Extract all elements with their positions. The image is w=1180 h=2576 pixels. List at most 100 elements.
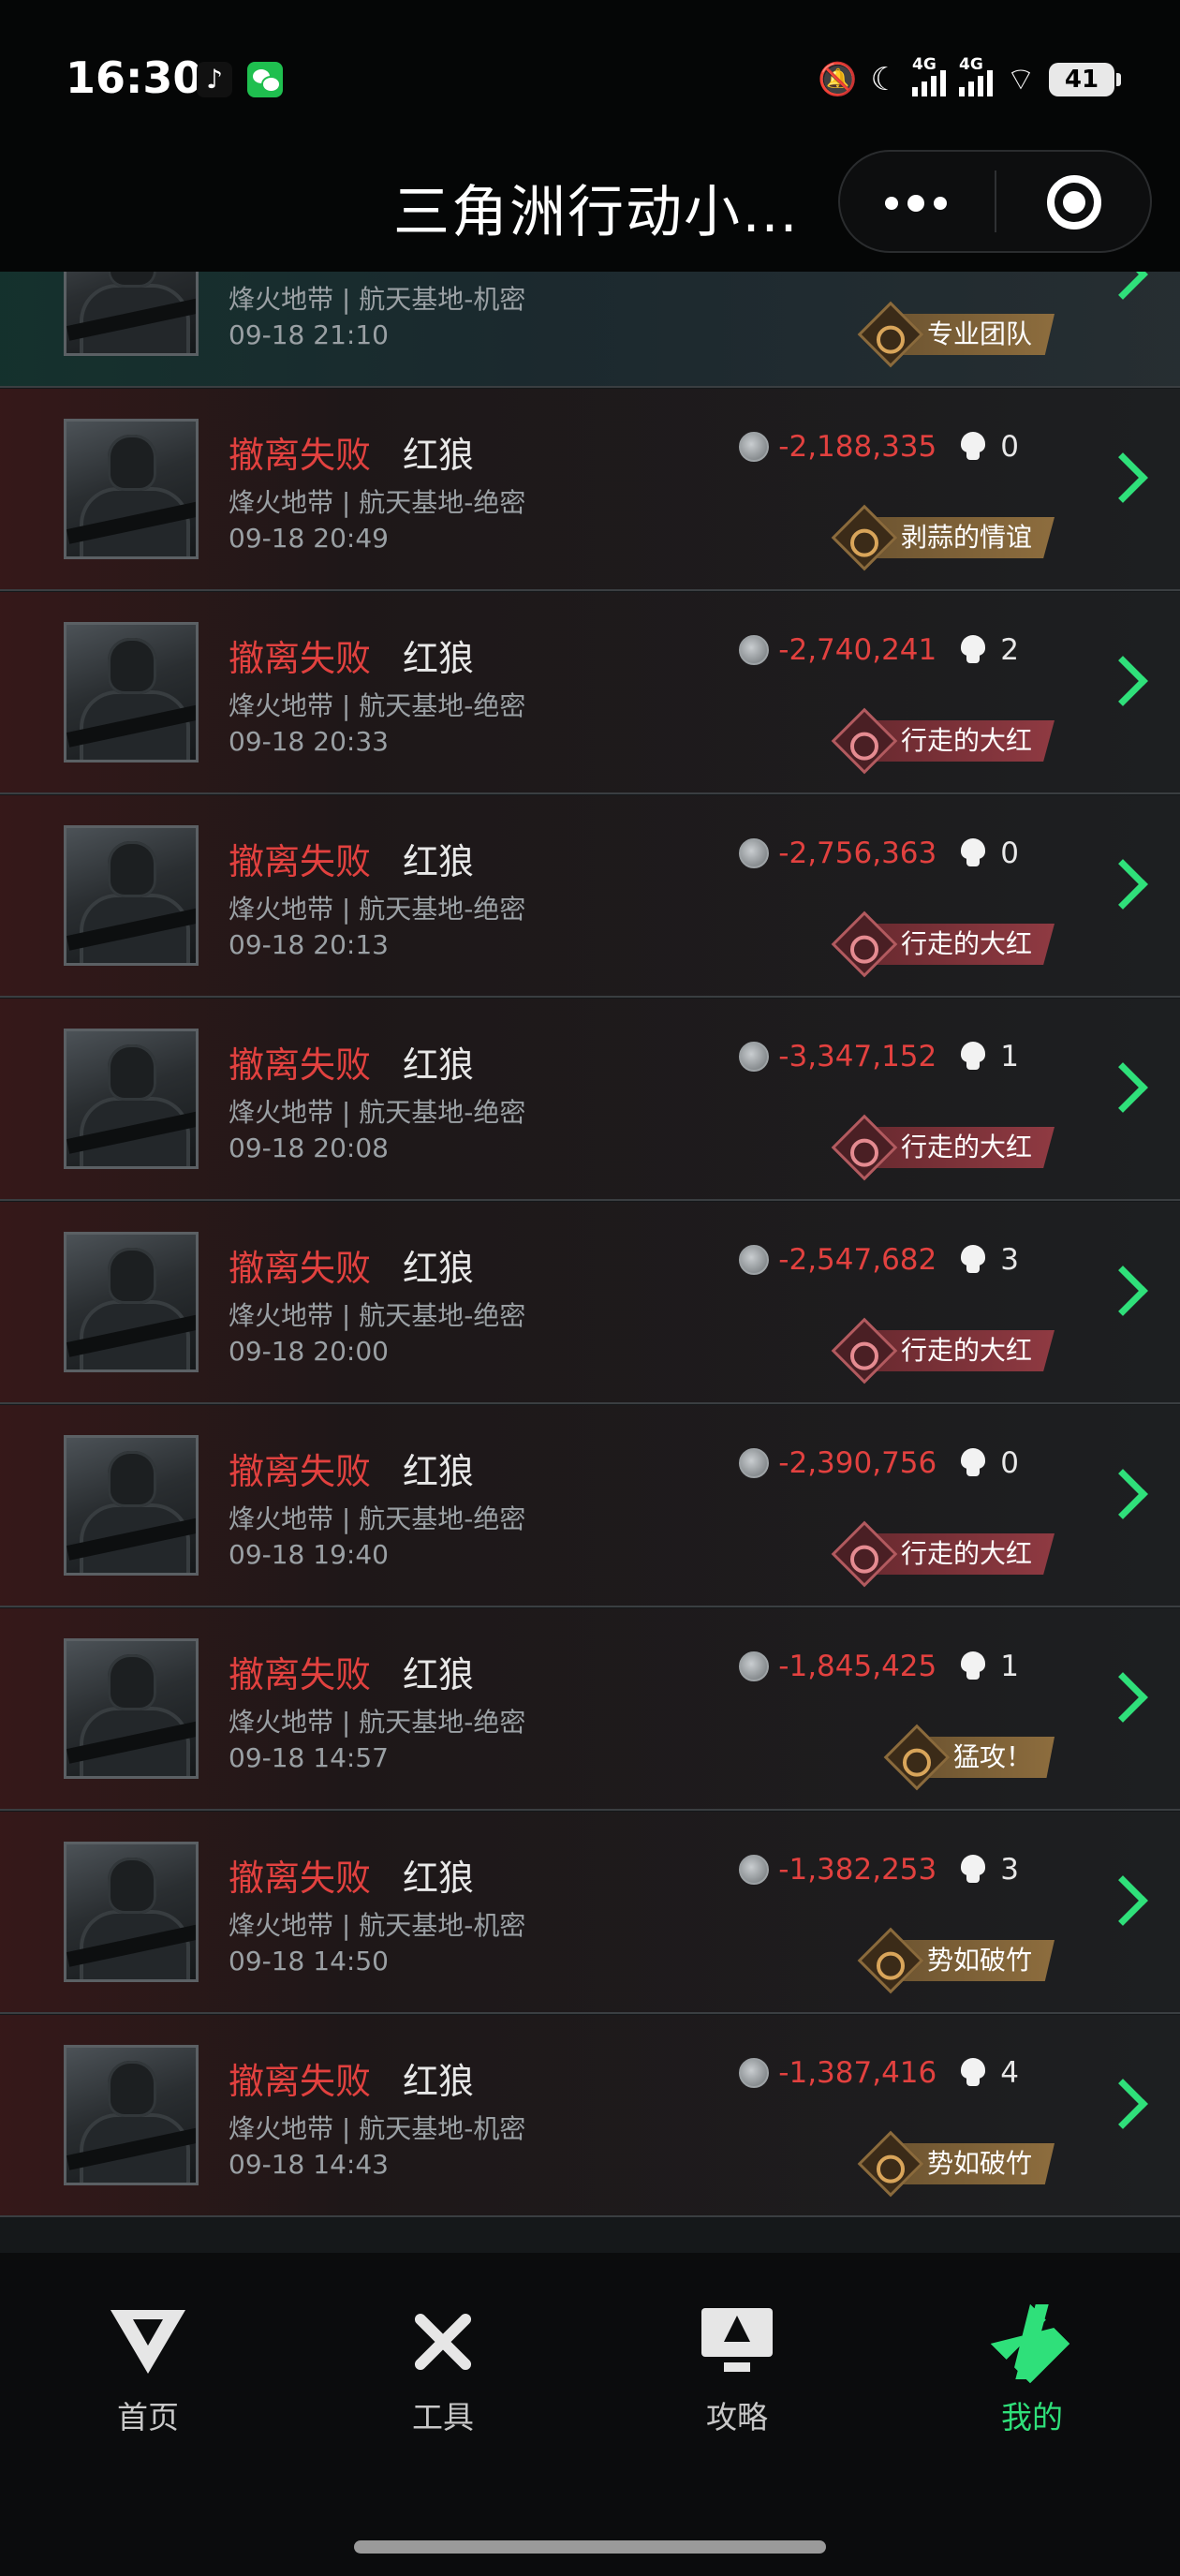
title-badge: 势如破竹	[857, 2130, 1055, 2198]
skull-icon	[959, 1245, 987, 1275]
wechat-icon	[247, 62, 283, 97]
extract-status: 撤离失败	[229, 841, 372, 882]
title-badge: 行走的大红	[831, 910, 1055, 978]
nav-mine[interactable]: 我的	[957, 2304, 1107, 2437]
record-list[interactable]: 撤离成功红狼烽火地带 | 航天基地-机密09-18 21:10-369,4222…	[0, 272, 1180, 2253]
chevron-right-icon[interactable]	[1098, 1875, 1148, 1926]
chevron-right-icon[interactable]	[1098, 859, 1148, 910]
home-logo-icon	[111, 2304, 185, 2379]
value-change: -1,387,416	[778, 2056, 937, 2090]
operator-avatar	[64, 2045, 199, 2185]
record-row[interactable]: 撤离失败 红狼 烽火地带 | 航天基地-绝密 09-18 19:40 -2,390,75…	[0, 1405, 1180, 1607]
record-row[interactable]: 撤离失败 红狼 烽火地带 | 航天基地-绝密 09-18 20:49 -2,188,33…	[0, 389, 1180, 591]
close-miniapp-button[interactable]	[1047, 175, 1101, 229]
match-time: 09-18 20:33	[229, 726, 389, 757]
kill-count: 0	[1000, 836, 1019, 870]
badge-icon	[883, 1724, 951, 1791]
operator-avatar	[64, 272, 199, 356]
coin-icon	[739, 2058, 770, 2088]
kill-count: 2	[1000, 633, 1019, 667]
match-time: 09-18 20:13	[229, 929, 389, 960]
chevron-right-icon[interactable]	[1098, 1469, 1148, 1519]
value-change: -2,188,335	[778, 430, 937, 464]
operator-name: 红狼	[403, 841, 475, 882]
operator-avatar	[64, 1842, 199, 1982]
operator-name: 红狼	[403, 638, 475, 679]
extract-status: 撤离失败	[229, 1858, 372, 1899]
operator-avatar	[64, 1638, 199, 1779]
title-badge: 行走的大红	[831, 1317, 1055, 1384]
coin-icon	[739, 1855, 770, 1885]
kill-count: 1	[1000, 1650, 1019, 1683]
value-change: -3,347,152	[778, 1040, 937, 1073]
value-summary: -2,390,756 0	[739, 1446, 1019, 1480]
value-summary: -3,347,152 1	[739, 1040, 1019, 1073]
operator-avatar	[64, 419, 199, 559]
wifi-icon: ⌔	[1006, 61, 1036, 98]
operator-name: 红狼	[403, 272, 474, 274]
operator-name: 红狼	[403, 1858, 475, 1899]
home-indicator[interactable]	[354, 2540, 826, 2554]
chevron-right-icon[interactable]	[1098, 656, 1148, 706]
status-icons: 🔕 ☾ 4G 4G ⌔ 41	[818, 55, 1121, 103]
mode-map: 烽火地带 | 航天基地-绝密	[229, 690, 526, 721]
skull-icon	[959, 1651, 987, 1681]
badge-icon	[831, 504, 898, 571]
badge-icon	[831, 1114, 898, 1181]
chevron-right-icon[interactable]	[1098, 1672, 1148, 1723]
more-button[interactable]	[885, 195, 947, 212]
value-change: -1,382,253	[778, 1853, 937, 1887]
value-summary: -2,756,363 0	[739, 836, 1019, 870]
chevron-right-icon[interactable]	[1098, 452, 1148, 503]
record-row[interactable]: 撤离失败 红狼 烽火地带 | 航天基地-绝密 09-18 20:08 -3,347,15…	[0, 999, 1180, 1201]
chevron-right-icon[interactable]	[1098, 1062, 1148, 1113]
operator-name: 红狼	[403, 1044, 475, 1086]
nav-guide[interactable]: 攻略	[662, 2304, 812, 2437]
value-change: -1,845,425	[778, 1650, 937, 1683]
tiktok-icon: ♪	[197, 62, 232, 97]
value-change: -2,740,241	[778, 633, 937, 667]
capsule-divider	[995, 170, 996, 232]
operator-avatar	[64, 825, 199, 966]
nav-tools[interactable]: 工具	[368, 2304, 518, 2437]
record-row[interactable]: 撤离失败 红狼 烽火地带 | 航天基地-机密 09-18 14:50 -1,382,25…	[0, 1812, 1180, 2014]
chevron-right-icon[interactable]	[1098, 272, 1148, 300]
kill-count: 3	[1000, 1243, 1019, 1277]
mode-map: 烽火地带 | 航天基地-绝密	[229, 1300, 526, 1331]
kill-count: 3	[1000, 1853, 1019, 1887]
kill-count: 0	[1000, 430, 1019, 464]
record-row[interactable]: 撤离失败 红狼 烽火地带 | 航天基地-绝密 09-18 14:57 -1,845,42…	[0, 1608, 1180, 1811]
chevron-right-icon[interactable]	[1098, 2079, 1148, 2129]
match-time: 09-18 20:08	[229, 1133, 389, 1163]
badge-icon	[857, 301, 924, 368]
record-row[interactable]: 撤离失败 红狼 烽火地带 | 航天基地-机密 09-18 14:43 -1,387,41…	[0, 2015, 1180, 2217]
kill-count: 0	[1000, 1446, 1019, 1480]
match-time: 09-18 21:10	[229, 319, 389, 350]
operator-avatar	[64, 1435, 199, 1576]
value-summary: -1,382,253 3	[739, 1853, 1019, 1887]
match-time: 09-18 20:49	[229, 523, 389, 554]
record-row[interactable]: 撤离成功红狼烽火地带 | 航天基地-机密09-18 21:10-369,4222…	[0, 272, 1180, 388]
mode-map: 烽火地带 | 航天基地-绝密	[229, 1503, 526, 1534]
record-row[interactable]: 撤离失败 红狼 烽火地带 | 航天基地-绝密 09-18 20:33 -2,740,24…	[0, 592, 1180, 794]
title-badge: 剥蒜的情谊	[831, 504, 1055, 571]
record-row[interactable]: 撤离失败 红狼 烽火地带 | 航天基地-绝密 09-18 20:00 -2,547,68…	[0, 1202, 1180, 1404]
value-summary: -2,547,682 3	[739, 1243, 1019, 1277]
chevron-right-icon[interactable]	[1098, 1266, 1148, 1316]
skull-icon	[959, 2058, 987, 2088]
extract-status: 撤离失败	[229, 1451, 372, 1492]
operator-avatar	[64, 622, 199, 762]
mode-map: 烽火地带 | 航天基地-绝密	[229, 487, 526, 518]
value-summary: -2,740,241 2	[739, 633, 1019, 667]
title-badge: 行走的大红	[831, 707, 1055, 775]
operator-name: 红狼	[403, 1248, 475, 1289]
nav-home-label: 首页	[117, 2399, 179, 2435]
nav-home[interactable]: 首页	[73, 2304, 223, 2437]
match-time: 09-18 14:57	[229, 1742, 389, 1773]
record-row[interactable]: 撤离失败 红狼烽火地带 | 航天基地-绝密 09-18 20:13 -2,756,36…	[0, 795, 1180, 998]
extract-status: 撤离失败	[229, 1248, 372, 1289]
match-time: 09-18 14:50	[229, 1946, 389, 1976]
mode-map: 烽火地带 | 航天基地-绝密	[229, 894, 526, 925]
moon-icon: ☾	[870, 61, 900, 98]
coin-icon	[739, 1448, 770, 1478]
